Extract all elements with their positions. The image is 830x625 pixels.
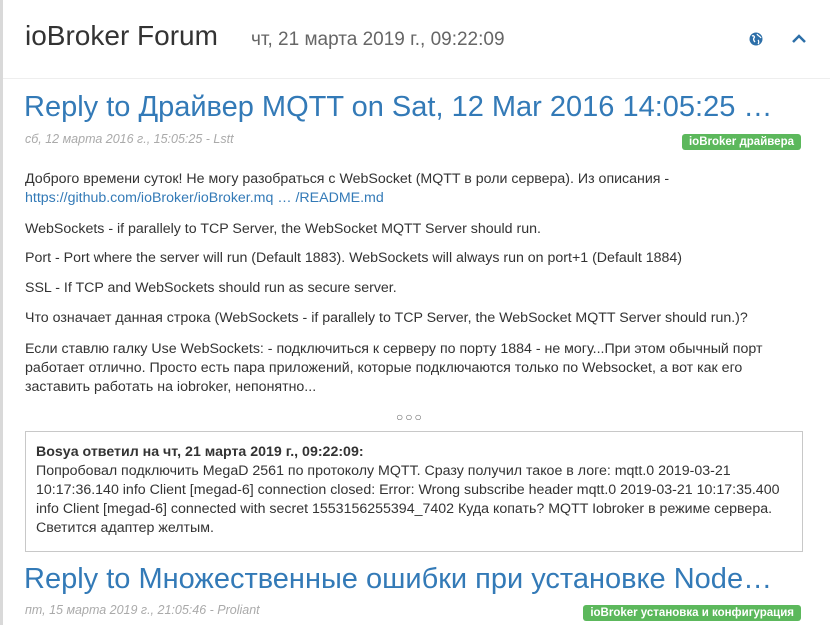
post-title[interactable]: Reply to Множественные ошибки при устано… <box>24 563 814 596</box>
header-time: чт, 21 марта 2019 г., 09:22:09 <box>251 29 505 50</box>
header: ioBroker Forum чт, 21 марта 2019 г., 09:… <box>3 0 830 78</box>
paragraph: Если ставлю галку Use WebSockets: - подк… <box>25 341 763 395</box>
intro-text: Доброго времени суток! Не могу разобрать… <box>25 171 670 187</box>
paragraph: SSL - If TCP and WebSockets should run a… <box>25 280 397 296</box>
category-badge[interactable]: ioBroker установка и конфигурация <box>583 605 801 621</box>
reply-quote: Bosya ответил на чт, 21 марта 2019 г., 0… <box>25 431 803 552</box>
post-title[interactable]: Reply to Драйвер MQTT on Sat, 12 Mar 201… <box>24 91 814 124</box>
post-meta: сб, 12 марта 2016 г., 15:05:25 - Lstt <box>25 132 234 146</box>
paragraph: Что означает данная строка (WebSockets -… <box>25 310 748 326</box>
header-divider <box>3 78 830 79</box>
readme-link[interactable]: https://github.com/ioBroker/ioBroker.mq … <box>25 190 384 206</box>
post-meta: пт, 15 марта 2019 г., 21:05:46 - Prolian… <box>25 603 260 617</box>
chevron-up-icon[interactable] <box>791 33 807 45</box>
reply-head: Bosya ответил на чт, 21 марта 2019 г., 0… <box>36 444 364 460</box>
paragraph: WebSockets - if parallely to TCP Server,… <box>25 221 541 237</box>
paragraph: Port - Port where the server will run (D… <box>25 250 682 266</box>
reply-body: Попробовал подключить MegaD 2561 по прот… <box>36 463 780 536</box>
left-border <box>0 0 3 625</box>
expand-dots[interactable]: ○○○ <box>396 410 424 424</box>
app-title: ioBroker Forum <box>25 20 218 51</box>
globe-icon[interactable] <box>749 32 763 46</box>
category-badge[interactable]: ioBroker драйвера <box>681 134 801 150</box>
post-intro: Доброго времени суток! Не могу разобрать… <box>25 170 810 208</box>
